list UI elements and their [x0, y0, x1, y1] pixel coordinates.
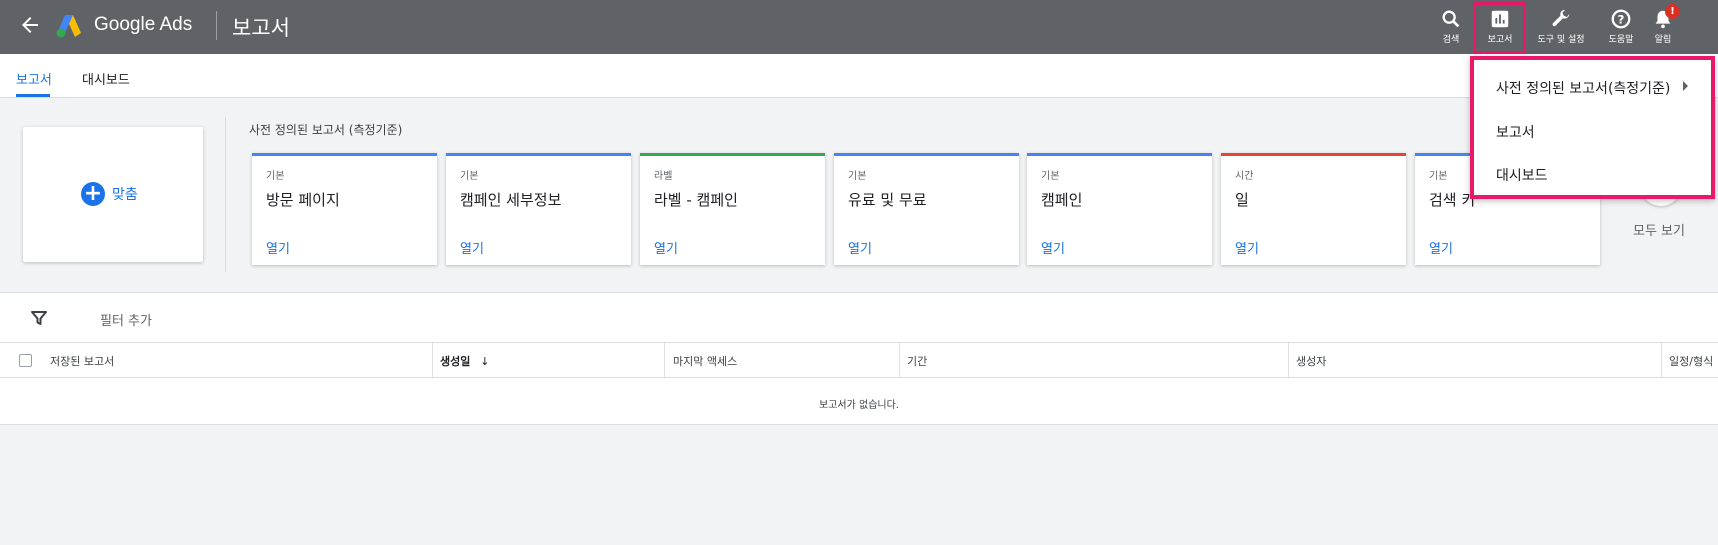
- report-card-open-link[interactable]: 열기: [654, 238, 678, 257]
- report-card[interactable]: 기본 유료 및 무료 열기: [834, 153, 1019, 265]
- column-date-range[interactable]: 기간: [907, 353, 927, 369]
- page-title: 보고서: [232, 16, 290, 40]
- wrench-icon: [1552, 9, 1570, 27]
- report-card-open-link[interactable]: 열기: [1235, 238, 1259, 257]
- column-divider: [432, 343, 433, 378]
- view-all-link[interactable]: 모두 보기: [1633, 220, 1685, 239]
- tab-dashboards[interactable]: 대시보드: [82, 69, 130, 88]
- notifications-button-label: 알림: [1654, 35, 1672, 45]
- report-card[interactable]: 기본 캠페인 열기: [1027, 153, 1212, 265]
- report-card[interactable]: 기본 방문 페이지 열기: [252, 153, 437, 265]
- column-divider: [899, 343, 900, 378]
- google-ads-logo-icon: [56, 15, 81, 38]
- title-divider: [216, 11, 217, 40]
- reports-dropdown-menu: 사전 정의된 보고서(측정기준) 보고서 대시보드: [1470, 56, 1715, 199]
- column-divider: [664, 343, 665, 378]
- table-header: 저장된 보고서 생성일 ↓ 마지막 액세스 기간 생성자 일정/형식: [0, 343, 1718, 378]
- filter-icon[interactable]: [30, 309, 48, 327]
- report-card[interactable]: 기본 캠페인 세부정보 열기: [446, 153, 631, 265]
- column-created-date-label: 생성일: [440, 355, 471, 368]
- brand-name: Google Ads: [94, 14, 193, 35]
- column-divider: [1288, 343, 1289, 378]
- custom-report-label: 맞춤: [112, 187, 138, 203]
- column-last-accessed[interactable]: 마지막 액세스: [673, 353, 737, 369]
- plus-icon: +: [81, 182, 105, 206]
- report-card-name: 일: [1235, 191, 1249, 209]
- submenu-arrow-icon: [1683, 81, 1688, 91]
- report-card-category: 기본: [848, 171, 867, 182]
- menu-item-predefined-reports[interactable]: 사전 정의된 보고서(측정기준): [1496, 78, 1670, 98]
- report-card[interactable]: 라벨 라벨 - 캠페인 열기: [640, 153, 825, 265]
- top-app-bar: Google Ads 보고서 검색 보고서 도구 및 설정 ? 도움말 알림 !: [0, 0, 1718, 54]
- select-all-checkbox[interactable]: [19, 354, 32, 367]
- tab-bar: 보고서 대시보드: [0, 54, 1718, 98]
- report-card-name: 캠페인: [1041, 191, 1083, 209]
- back-arrow-icon[interactable]: [18, 13, 42, 37]
- report-card-name: 유료 및 무료: [848, 191, 927, 209]
- report-card-open-link[interactable]: 열기: [1041, 238, 1065, 257]
- report-card-open-link[interactable]: 열기: [266, 238, 290, 257]
- notifications-button[interactable]: 알림: [1633, 8, 1693, 45]
- search-icon: [1442, 10, 1460, 28]
- report-card-open-link[interactable]: 열기: [848, 238, 872, 257]
- active-tab-indicator: [16, 94, 50, 97]
- notification-badge: !: [1665, 4, 1680, 19]
- column-divider: [1661, 343, 1662, 378]
- menu-item-reports[interactable]: 보고서: [1496, 122, 1535, 142]
- add-filter-button[interactable]: 필터 추가: [100, 310, 152, 329]
- custom-report-card[interactable]: + 맞춤: [23, 127, 203, 262]
- tools-settings-button[interactable]: 도구 및 설정: [1531, 8, 1591, 45]
- column-saved-report[interactable]: 저장된 보고서: [50, 353, 114, 369]
- report-card-open-link[interactable]: 열기: [460, 238, 484, 257]
- menu-item-dashboards[interactable]: 대시보드: [1496, 165, 1548, 185]
- report-card[interactable]: 시간 일 열기: [1221, 153, 1406, 265]
- predefined-reports-title: 사전 정의된 보고서 (측정기준): [249, 123, 403, 137]
- report-card-name: 캠페인 세부정보: [460, 191, 562, 209]
- report-card-category: 기본: [460, 171, 479, 182]
- report-card-name: 검색 키: [1429, 191, 1476, 209]
- report-card-open-link[interactable]: 열기: [1429, 238, 1453, 257]
- empty-table-row: 보고서가 없습니다.: [0, 378, 1718, 425]
- column-schedule-format[interactable]: 일정/형식: [1669, 353, 1713, 369]
- column-created-by[interactable]: 생성자: [1296, 353, 1326, 369]
- section-divider: [225, 117, 226, 272]
- svg-text:?: ?: [1618, 13, 1625, 27]
- report-card-category: 시간: [1235, 171, 1254, 182]
- report-card-category: 기본: [1429, 171, 1448, 182]
- report-card-name: 라벨 - 캠페인: [654, 191, 738, 209]
- report-card-name: 방문 페이지: [266, 191, 340, 209]
- report-card-category: 기본: [1041, 171, 1060, 182]
- tab-reports[interactable]: 보고서: [16, 69, 52, 88]
- empty-state-message: 보고서가 없습니다.: [819, 400, 899, 411]
- sort-down-icon: ↓: [480, 355, 490, 368]
- help-icon: ?: [1611, 9, 1631, 29]
- column-created-date[interactable]: 생성일 ↓: [440, 353, 489, 369]
- reports-button-highlight: [1473, 2, 1526, 54]
- report-card-category: 기본: [266, 171, 285, 182]
- tools-button-label: 도구 및 설정: [1537, 35, 1585, 45]
- report-card-category: 라벨: [654, 171, 673, 182]
- filter-bar: 필터 추가: [0, 292, 1718, 343]
